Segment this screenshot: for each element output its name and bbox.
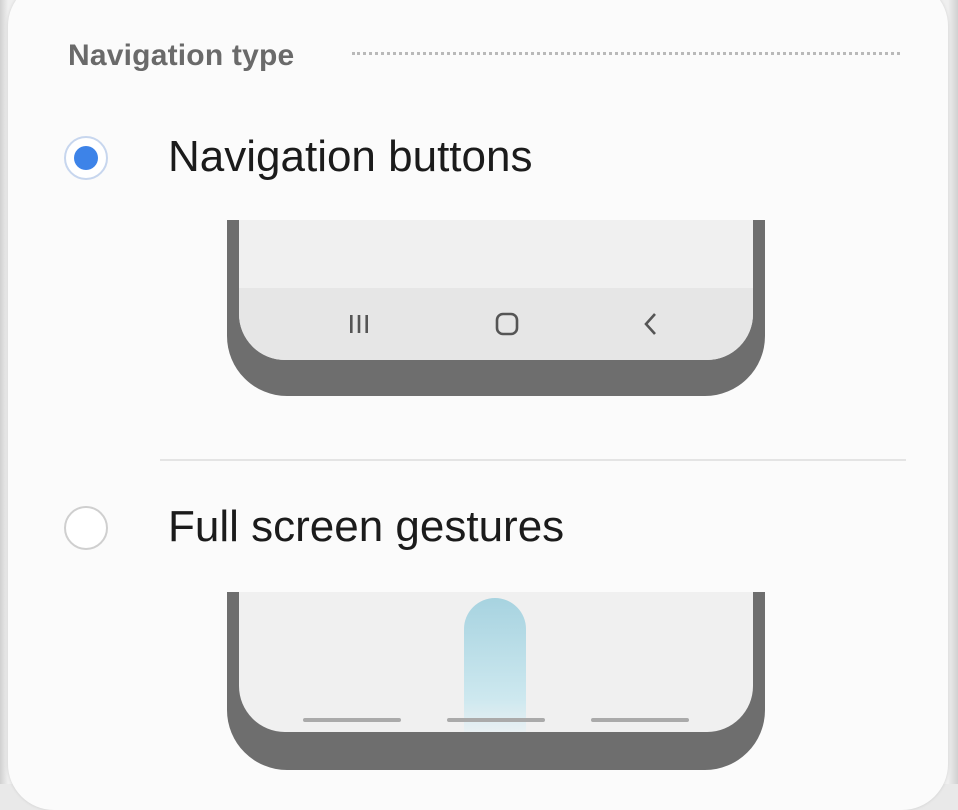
phone-screen [239,592,753,732]
navigation-buttons-preview[interactable] [227,220,765,396]
recents-icon [329,288,389,360]
radio-navigation-buttons[interactable] [64,136,108,180]
section-header: Navigation type [68,36,294,76]
option-label: Navigation buttons [168,132,533,181]
radio-full-screen-gestures[interactable] [64,506,108,550]
gesture-hint-recents [303,718,401,722]
option-full-screen-gestures[interactable]: Full screen gestures [64,502,564,551]
option-divider [160,459,906,461]
full-screen-gestures-preview[interactable] [227,592,765,784]
home-icon [477,288,537,360]
gesture-hint-back [591,718,689,722]
section-divider [352,52,900,55]
option-label: Full screen gestures [168,502,565,551]
screen: Navigation type Navigation buttons Full … [0,0,958,810]
option-navigation-buttons[interactable]: Navigation buttons [64,132,532,181]
phone-screen [239,220,753,360]
swipe-up-hint [464,598,526,732]
left-edge [0,0,8,784]
right-edge [948,0,958,784]
navigation-bar [239,288,753,360]
gesture-hint-home [447,718,545,722]
radio-checked-dot [74,146,98,170]
section-title: Navigation type [68,39,295,72]
back-icon [621,288,681,360]
